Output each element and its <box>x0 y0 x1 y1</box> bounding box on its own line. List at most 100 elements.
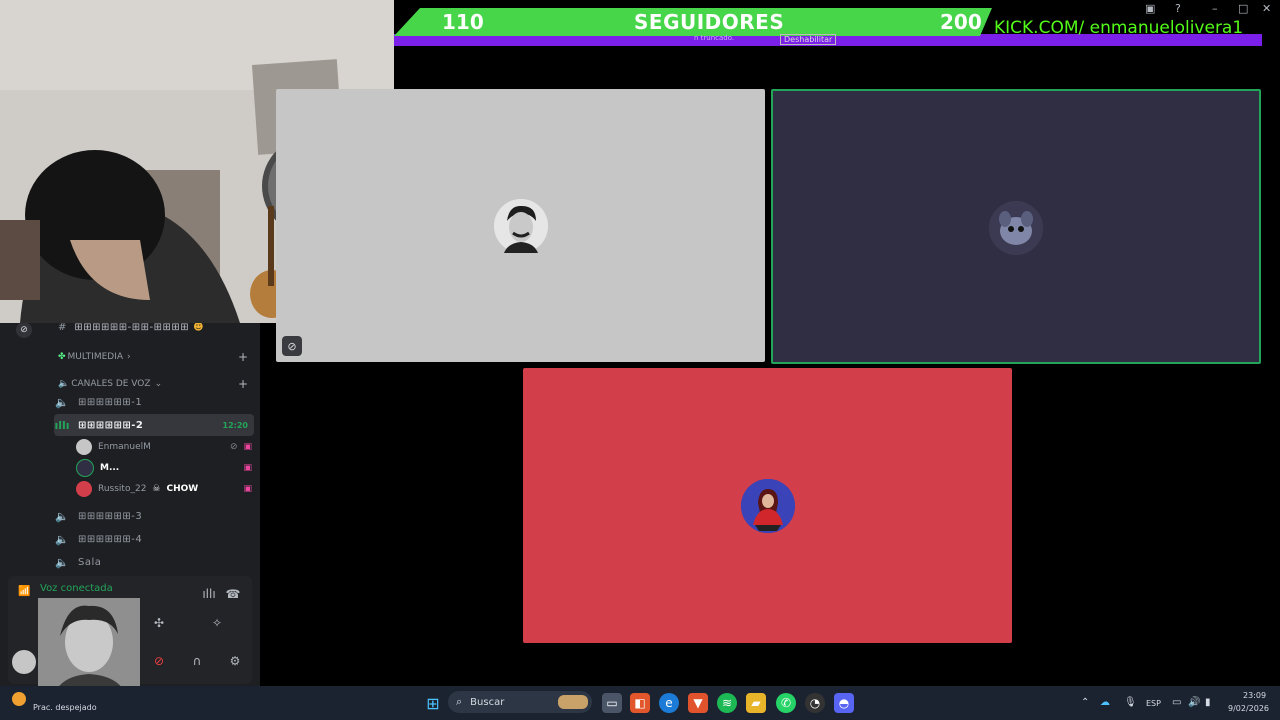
search-highlight-icon <box>558 695 588 709</box>
participant-tile[interactable] <box>523 368 1012 643</box>
file-explorer-icon[interactable]: ▰ <box>746 693 766 713</box>
category-voice[interactable]: 🔈 CANALES DE VOZ ⌄ + <box>58 377 248 391</box>
voice-channel-sala[interactable]: 🔈 Sala <box>54 551 254 573</box>
channel-label: ⊞⊞⊞⊞⊞⊞-4 <box>78 533 143 545</box>
edge-icon[interactable]: e <box>659 693 679 713</box>
soundboard-icon[interactable]: ✧ <box>206 612 228 634</box>
discord-icon[interactable]: ◓ <box>834 693 854 713</box>
overlay-avatar-image <box>38 598 140 700</box>
app-icon[interactable]: ◔ <box>805 693 825 713</box>
gear-icon[interactable]: ⚙ <box>224 650 246 672</box>
language-indicator[interactable]: ESP <box>1146 699 1161 708</box>
participant-tile[interactable]: ⊘ <box>276 89 765 362</box>
activities-icon[interactable]: ✣ <box>148 612 170 634</box>
brave-icon[interactable]: ▼ <box>688 693 708 713</box>
activity-icon: ▣ <box>243 442 252 452</box>
spotify-icon[interactable]: ≋ <box>717 693 737 713</box>
voice-active-icon: ıllı <box>54 418 70 432</box>
channel-label: ⊞⊞⊞⊞⊞⊞-3 <box>78 510 143 522</box>
add-channel-icon[interactable]: + <box>238 350 248 364</box>
app-icon[interactable]: ◧ <box>630 693 650 713</box>
start-icon[interactable]: ⊞ <box>423 693 443 713</box>
maximize-icon[interactable]: □ <box>1238 2 1248 15</box>
mic-icon[interactable]: 🎙 <box>1124 697 1137 708</box>
banner-title: SEGUIDORES <box>634 10 785 34</box>
speaker-icon: 🔈 <box>55 555 69 569</box>
disable-button[interactable]: Deshabilitar <box>780 34 837 45</box>
member-name: EnmanuelM <box>98 442 151 452</box>
chevron-right-icon: › <box>127 352 131 362</box>
voice-member[interactable]: Russito_22 ☠ CHOW ▣ <box>76 479 252 499</box>
chevron-up-icon[interactable]: ⌃ <box>1081 697 1089 708</box>
member-status: CHOW <box>166 484 199 494</box>
hash-icon: # <box>58 321 67 333</box>
emoji-icon: ☻ <box>193 321 204 333</box>
speaker-icon: 🔈 <box>55 532 69 546</box>
participant-avatar <box>989 201 1043 255</box>
noise-suppression-icon[interactable]: ıllı <box>198 583 220 605</box>
text-channel-label: ⊞⊞⊞⊞⊞⊞-⊞⊞-⊞⊞⊞⊞ <box>74 321 190 333</box>
server-icon[interactable]: ⊘ <box>16 322 32 338</box>
voice-channel-4[interactable]: 🔈 ⊞⊞⊞⊞⊞⊞-4 <box>54 528 254 550</box>
participant-tile-speaking[interactable] <box>771 89 1261 364</box>
search-icon: ⌕ <box>456 695 463 708</box>
avatar <box>76 481 92 497</box>
volume-icon[interactable]: 🔊 <box>1188 697 1200 708</box>
avatar <box>76 439 92 455</box>
disconnect-icon[interactable]: ☎ <box>222 583 244 605</box>
whatsapp-icon[interactable]: ✆ <box>776 693 796 713</box>
help-icon[interactable]: ? <box>1175 2 1181 15</box>
task-view-icon[interactable]: ▭ <box>602 693 622 713</box>
notice-text: n truncado. <box>694 34 735 42</box>
search-box[interactable]: ⌕ Buscar <box>448 691 592 713</box>
speaker-icon: 🔈 <box>55 509 69 523</box>
participant-avatar <box>741 479 795 533</box>
voice-member[interactable]: M... ▣ <box>76 458 252 478</box>
voice-channel-1[interactable]: 🔈 ⊞⊞⊞⊞⊞⊞-1 <box>54 391 254 413</box>
skull-icon: ☠ <box>152 484 161 494</box>
kick-url: KICK.COM/ enmanueloliverа1 <box>994 18 1244 38</box>
voice-channel-3[interactable]: 🔈 ⊞⊞⊞⊞⊞⊞-3 <box>54 505 254 527</box>
mic-muted-icon: ⊘ <box>229 442 238 452</box>
chevron-down-icon: ⌄ <box>154 379 163 389</box>
speaker-icon: 🔈 <box>58 379 70 389</box>
channel-label: Sala <box>78 556 102 568</box>
minimize-icon[interactable]: – <box>1212 2 1218 15</box>
avatar <box>76 459 94 477</box>
close-icon[interactable]: ✕ <box>1262 2 1271 15</box>
screen-share-icon[interactable]: ▣ <box>1145 2 1155 15</box>
participant-avatar <box>494 199 548 253</box>
clock-time[interactable]: 23:09 <box>1243 691 1266 700</box>
search-placeholder: Buscar <box>470 696 505 708</box>
mic-muted-icon: ⊘ <box>282 336 302 356</box>
channel-label: ⊞⊞⊞⊞⊞⊞-2 <box>78 419 144 431</box>
weather-icon[interactable] <box>12 692 26 706</box>
clock-date[interactable]: 9/02/2026 <box>1228 704 1269 713</box>
activity-icon: ▣ <box>243 463 252 473</box>
follower-goal-banner: 110 SEGUIDORES 200 n truncado. Deshabili… <box>394 8 1262 46</box>
category-multimedia[interactable]: ✤ MULTIMEDIA › + <box>58 350 248 364</box>
follower-goal: 200 <box>940 10 982 34</box>
network-icon[interactable]: ▭ <box>1172 697 1181 708</box>
voice-channel-2[interactable]: ıllı ⊞⊞⊞⊞⊞⊞-2 12:20 <box>54 414 254 436</box>
signal-icon: 📶 <box>18 586 31 597</box>
member-name: Russito_22 <box>98 484 147 494</box>
battery-icon[interactable]: ▮ <box>1205 697 1211 708</box>
follower-count: 110 <box>442 10 484 34</box>
channel-label: ⊞⊞⊞⊞⊞⊞-1 <box>78 396 143 408</box>
headphones-icon[interactable]: ∩ <box>186 650 208 672</box>
call-duration: 12:20 <box>222 420 248 430</box>
member-name: M... <box>100 463 120 473</box>
speaker-icon: 🔈 <box>55 395 69 409</box>
voice-status: Voz conectada <box>40 583 113 594</box>
category-label: CANALES DE VOZ <box>71 379 151 389</box>
add-channel-icon[interactable]: + <box>238 377 248 391</box>
clover-icon: ✤ <box>58 352 66 362</box>
cloud-icon[interactable]: ☁ <box>1100 697 1110 708</box>
weather-text[interactable]: Prac. despejado <box>33 703 97 712</box>
avatar[interactable] <box>12 650 36 674</box>
activity-icon: ▣ <box>243 484 252 494</box>
category-label: MULTIMEDIA <box>67 352 124 362</box>
mic-muted-icon[interactable]: ⊘ <box>148 650 170 672</box>
voice-member[interactable]: EnmanuelM ⊘ ▣ <box>76 437 252 457</box>
